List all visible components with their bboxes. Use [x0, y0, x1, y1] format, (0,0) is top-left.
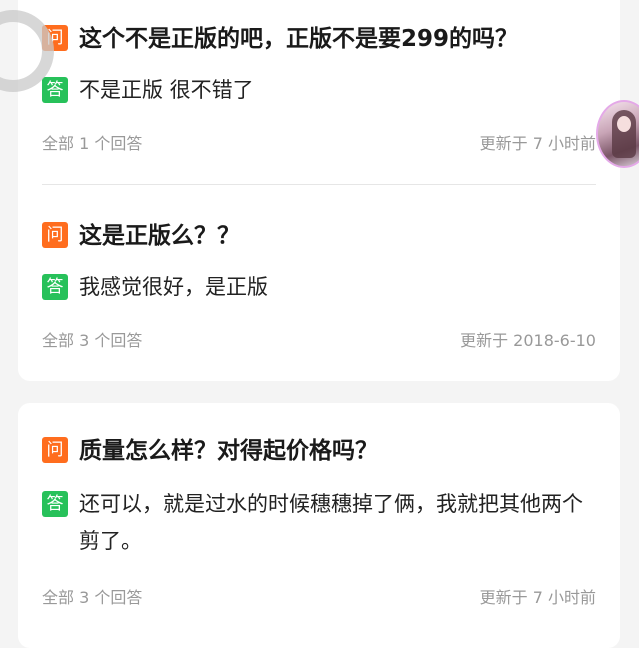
question-row[interactable]: 问 这个不是正版的吧，正版不是要299的吗？ [42, 25, 518, 53]
answer-badge-icon: 答 [42, 274, 68, 300]
qa-card-top [18, 0, 620, 381]
answer-row[interactable]: 答 不是正版 很不错了 [42, 74, 254, 107]
answer-row[interactable]: 答 我感觉很好，是正版 [42, 271, 268, 304]
answer-badge-icon: 答 [42, 77, 68, 103]
question-text[interactable]: 这是正版么？？ [79, 222, 240, 250]
updated-time: 更新于 7 小时前 [479, 134, 596, 153]
answer-text: 我感觉很好，是正版 [79, 275, 268, 299]
updated-time: 更新于 7 小时前 [479, 588, 596, 607]
divider [42, 184, 596, 185]
updated-time: 更新于 2018-6-10 [460, 331, 596, 350]
answer-text: 还可以，就是过水的时候穗穗掉了俩，我就把其他两个剪了。 [79, 492, 583, 553]
avatar-face [617, 116, 631, 132]
question-row[interactable]: 问 这是正版么？？ [42, 222, 240, 250]
question-badge-icon: 问 [42, 437, 68, 463]
answer-count-link[interactable]: 全部 1 个回答 [42, 134, 142, 154]
answer-text: 不是正版 很不错了 [79, 78, 254, 102]
answer-count-link[interactable]: 全部 3 个回答 [42, 331, 142, 351]
question-badge-icon: 问 [42, 222, 68, 248]
question-text[interactable]: 这个不是正版的吧，正版不是要299的吗？ [79, 25, 518, 53]
question-text[interactable]: 质量怎么样？对得起价格吗？ [79, 437, 378, 465]
question-row[interactable]: 问 质量怎么样？对得起价格吗？ [42, 437, 378, 465]
answer-count-link[interactable]: 全部 3 个回答 [42, 588, 142, 608]
answer-row[interactable]: 答 还可以，就是过水的时候穗穗掉了俩，我就把其他两个剪了。 [42, 488, 598, 560]
answer-badge-icon: 答 [42, 491, 68, 517]
